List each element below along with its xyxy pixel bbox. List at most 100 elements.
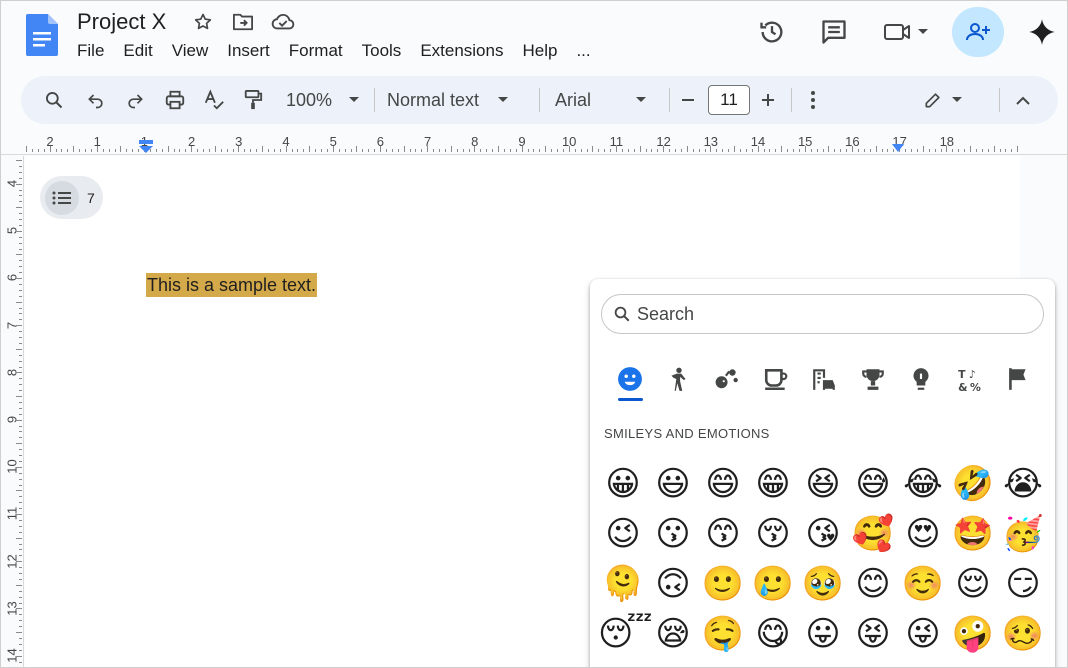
emoji-item[interactable]: 🥳 [998,509,1048,559]
right-indent-marker-icon[interactable] [890,140,906,154]
tab-objects[interactable] [897,359,946,399]
emoji-item[interactable]: 😴 [598,609,653,659]
emoji-item[interactable]: 😁 [748,459,798,509]
ruler-tick [675,149,676,152]
emoji-item[interactable]: 😆 [798,459,848,509]
emoji-item[interactable]: 😪 [648,609,698,659]
menu-help[interactable]: Help [522,41,557,61]
share-button[interactable] [952,7,1004,57]
paragraph-style-select[interactable]: Normal text [387,76,523,124]
paint-format-icon[interactable] [236,76,270,124]
version-history-icon[interactable] [752,12,792,52]
editing-mode-select[interactable] [913,76,973,124]
collapse-menus-icon[interactable] [1010,76,1036,124]
emoji-item[interactable]: ☺️ [898,559,948,609]
tab-food[interactable] [752,359,801,399]
left-indent-marker-icon[interactable] [138,140,154,154]
emoji-item[interactable]: 🙂 [698,559,748,609]
emoji-search-box[interactable] [601,294,1044,334]
emoji-item[interactable]: 😍 [898,509,948,559]
emoji-item[interactable]: 😋 [748,609,798,659]
emoji-item[interactable]: 😛 [798,609,848,659]
emoji-item[interactable]: 😌 [948,559,998,609]
emoji-item[interactable]: 🙃 [648,559,698,609]
tab-travel[interactable] [800,359,849,399]
ruler-tick [751,149,753,152]
menu-format[interactable]: Format [289,41,343,61]
search-menus-icon[interactable] [37,76,71,124]
menu-more[interactable]: ... [576,41,590,61]
menu-extensions[interactable]: Extensions [420,41,503,61]
print-icon[interactable] [158,76,192,124]
tab-people[interactable] [655,359,704,399]
emoji-item[interactable]: 😃 [648,459,698,509]
horizontal-ruler[interactable]: 21123456789101112131415161718 [0,130,1068,155]
font-family-select[interactable]: Arial [555,76,655,124]
emoji-item[interactable]: 🫠 [598,559,648,609]
emoji-item[interactable]: 😉 [598,509,648,559]
font-size-input[interactable]: 11 [708,85,750,115]
emoji-item[interactable]: 🥰 [848,509,898,559]
emoji-item[interactable]: 😝 [848,609,898,659]
emoji-item[interactable]: 🥹 [798,559,848,609]
emoji-item[interactable]: 🤪 [948,609,998,659]
meet-video-icon[interactable] [876,12,936,52]
star-icon[interactable] [190,10,216,34]
comments-icon[interactable] [814,12,854,52]
emoji-item[interactable]: 😊 [848,559,898,609]
document-title[interactable]: Project X [77,9,166,35]
more-options-icon[interactable] [801,76,825,124]
emoji-item[interactable]: 🥲 [748,559,798,609]
tab-animals[interactable] [703,359,752,399]
emoji-item[interactable]: 🤩 [948,509,998,559]
emoji-item[interactable]: 🤣 [948,459,998,509]
gemini-sparkle-icon[interactable] [1022,12,1062,52]
emoji-item[interactable]: 😅 [848,459,898,509]
vertical-ruler-tick [19,201,22,203]
vertical-ruler-tick [19,307,22,309]
tab-flags[interactable] [994,359,1043,399]
vertical-ruler-tick [19,342,22,344]
vertical-ruler-tick [16,443,22,445]
emoji-item[interactable]: 😄 [698,459,748,509]
decrease-font-size-icon[interactable] [675,76,701,124]
spellcheck-icon[interactable] [197,76,231,124]
menu-view[interactable]: View [172,41,209,61]
redo-icon[interactable] [118,76,152,124]
ruler-tick [492,149,494,152]
tab-activities[interactable] [849,359,898,399]
undo-icon[interactable] [79,76,113,124]
emoji-item[interactable]: 😘 [798,509,848,559]
emoji-item[interactable]: 😀 [598,459,648,509]
svg-text:♪: ♪ [969,368,976,381]
menu-tools[interactable]: Tools [362,41,402,61]
emoji-item[interactable]: 😚 [748,509,798,559]
increase-font-size-icon[interactable] [755,76,781,124]
vertical-ruler-tick [19,390,22,392]
menu-insert[interactable]: Insert [227,41,270,61]
emoji-item[interactable]: 😭 [998,459,1048,509]
emoji-item[interactable]: 🤤 [698,609,748,659]
ruler-tick [61,149,63,152]
emoji-item[interactable]: 😗 [648,509,698,559]
ruler-tick [964,149,966,152]
cloud-saved-icon[interactable] [270,10,296,34]
emoji-item[interactable]: 😏 [998,559,1048,609]
move-folder-icon[interactable] [230,10,256,34]
tab-smileys[interactable] [606,359,655,401]
emoji-item[interactable]: 🥴 [998,609,1048,659]
emoji-search-input[interactable] [637,303,1017,325]
vertical-ruler-tick [19,437,22,439]
document-outline-button[interactable]: 7 [40,176,103,219]
menu-edit[interactable]: Edit [123,41,152,61]
vertical-ruler[interactable]: 4 5 6 7 8 9 10 11 12 13 14 [0,156,24,668]
selected-sample-text[interactable]: This is a sample text. [146,273,318,297]
emoji-item[interactable]: 😙 [698,509,748,559]
docs-logo-icon[interactable] [26,14,58,56]
zoom-select[interactable]: 100% [277,76,369,124]
vertical-ruler-tick [19,590,22,592]
emoji-item[interactable]: 😂 [898,459,948,509]
tab-symbols[interactable]: T ♪ &% [946,359,995,399]
emoji-item[interactable]: 😜 [898,609,948,659]
menu-file[interactable]: File [77,41,104,61]
